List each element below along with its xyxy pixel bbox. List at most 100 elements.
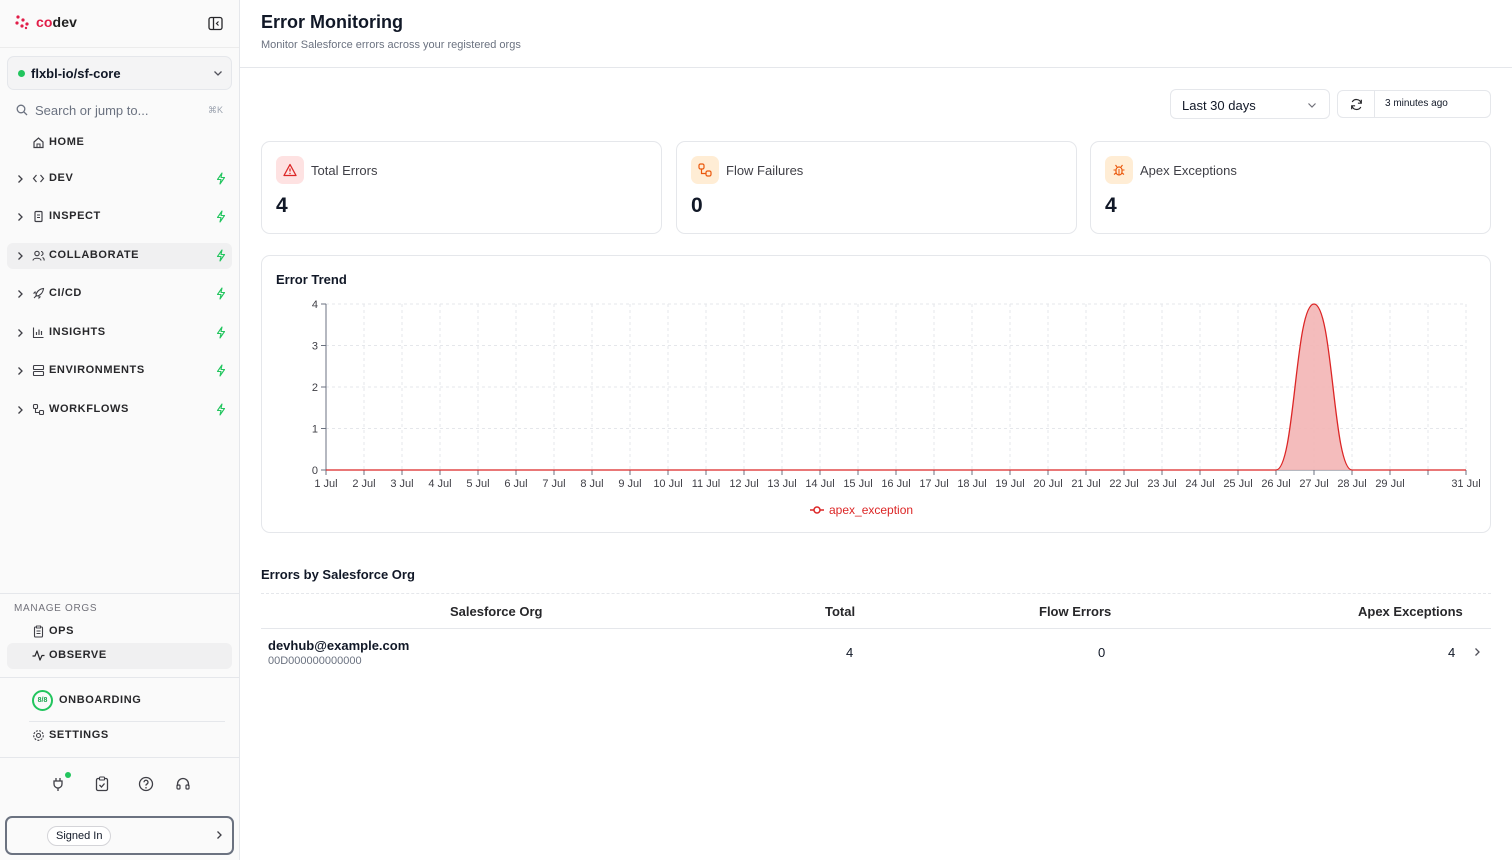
x-tick-label: 11 Jul [692, 478, 721, 490]
error-trend-chart: 0 1 2 3 4 1 Jul 2 Jul 3 Jul 4 Jul 5 Jul 6 Jul 7 Jul… [312, 299, 1481, 517]
x-tick-label: 27 Jul [1299, 478, 1328, 490]
connection-status-dot [65, 772, 71, 778]
sidebar-item-label: SETTINGS [49, 729, 109, 741]
x-tick-label: 5 Jul [466, 478, 489, 490]
page-title: Error Monitoring [261, 12, 403, 32]
clipboard-list-icon [33, 625, 44, 638]
divider [0, 677, 239, 678]
column-header-apex-exceptions[interactable]: Apex Exceptions [1358, 604, 1463, 619]
clipboard-check-icon[interactable] [94, 776, 110, 792]
logo[interactable]: codev [14, 14, 77, 30]
x-tick-label: 20 Jul [1033, 478, 1062, 490]
x-tick-label: 18 Jul [957, 478, 986, 490]
headset-icon[interactable] [175, 776, 191, 792]
x-tick-label: 26 Jul [1261, 478, 1290, 490]
bolt-icon [216, 287, 226, 300]
x-tick-label: 4 Jul [428, 478, 451, 490]
x-tick-label: 1 Jul [314, 478, 337, 490]
x-tick-label: 23 Jul [1147, 478, 1176, 490]
sidebar-item-label: HOME [49, 136, 85, 148]
table-title: Errors by Salesforce Org [261, 567, 415, 582]
x-tick-label: 22 Jul [1109, 478, 1138, 490]
bolt-icon [216, 210, 226, 223]
chevron-right-icon [18, 406, 23, 414]
refresh-control: 3 minutes ago [1337, 90, 1491, 118]
sidebar-item-cicd[interactable]: CI/CD [7, 281, 232, 307]
y-tick-label: 3 [312, 341, 318, 353]
sidebar-item-label: INSPECT [49, 210, 101, 222]
divider [0, 593, 239, 594]
bolt-icon [216, 172, 226, 185]
y-tick-label: 1 [312, 424, 318, 436]
page-subtitle: Monitor Salesforce errors across your re… [261, 39, 521, 51]
x-tick-label: 12 Jul [729, 478, 758, 490]
divider [240, 67, 1512, 68]
help-icon[interactable] [138, 776, 154, 792]
sidebar-item-environments[interactable]: ENVIRONMENTS [7, 358, 232, 384]
sidebar-item-collaborate[interactable]: COLLABORATE [7, 243, 232, 269]
error-trend-card: Error Trend 012341 Jul 2 Jul 3 Jul 4 Jul 5 J… [261, 255, 1491, 533]
column-header-total[interactable]: Total [825, 604, 855, 619]
workflow-icon [32, 403, 45, 416]
bug-icon [1105, 156, 1133, 184]
x-tick-label: 3 Jul [390, 478, 413, 490]
sidebar-item-inspect[interactable]: INSPECT [7, 204, 232, 230]
stat-label: Flow Failures [726, 163, 804, 178]
sidebar-item-label: WORKFLOWS [49, 403, 129, 415]
sidebar-item-insights[interactable]: INSIGHTS [7, 320, 232, 346]
project-status-dot [18, 70, 25, 77]
search-shortcut: ⌘K [208, 105, 224, 115]
plug-icon[interactable] [50, 776, 66, 792]
server-icon [32, 364, 45, 377]
code-icon [32, 174, 45, 183]
y-tick-label: 4 [312, 299, 318, 311]
bolt-icon [216, 326, 226, 339]
chevron-down-icon [214, 71, 222, 76]
logo-row: codev [0, 0, 239, 48]
sidebar-item-dev[interactable]: DEV [7, 166, 232, 192]
sidebar-item-observe[interactable]: OBSERVE [7, 643, 232, 669]
sidebar-item-workflows[interactable]: WORKFLOWS [7, 397, 232, 423]
search-placeholder: Search or jump to... [35, 103, 149, 118]
x-tick-label: 24 Jul [1185, 478, 1214, 490]
stat-value: 0 [691, 194, 703, 217]
y-tick-label: 0 [312, 465, 318, 477]
bolt-icon [216, 249, 226, 262]
search-input[interactable]: Search or jump to... ⌘K [7, 98, 232, 122]
chevron-right-icon [18, 290, 23, 298]
x-tick-label: 28 Jul [1337, 478, 1366, 490]
x-tick-label: 2 Jul [352, 478, 375, 490]
divider [0, 757, 239, 758]
x-tick-label: 19 Jul [995, 478, 1024, 490]
activity-icon [32, 650, 45, 661]
x-tick-label: 9 Jul [618, 478, 641, 490]
y-tick-label: 2 [312, 382, 318, 394]
sidebar-item-home[interactable]: HOME [7, 130, 232, 156]
column-header-flow-errors[interactable]: Flow Errors [1039, 604, 1111, 619]
collapse-sidebar-icon[interactable] [208, 16, 223, 31]
sidebar-item-label: OBSERVE [49, 649, 107, 661]
sidebar-item-settings[interactable]: SETTINGS [7, 723, 232, 749]
stat-value: 4 [276, 194, 288, 217]
chevron-right-icon [18, 367, 23, 375]
sidebar-item-ops[interactable]: OPS [7, 619, 232, 645]
x-tick-label: 31 Jul [1451, 478, 1480, 490]
x-tick-label: 7 Jul [542, 478, 565, 490]
users-icon [32, 250, 45, 261]
clipboard-icon [34, 210, 43, 223]
divider [1374, 91, 1375, 117]
refresh-icon[interactable] [1350, 98, 1363, 111]
column-header-org[interactable]: Salesforce Org [450, 604, 543, 619]
logo-icon [15, 15, 29, 30]
account-menu-button[interactable]: Signed In [5, 816, 234, 855]
home-icon [33, 137, 44, 149]
project-select[interactable]: flxbl-io/sf-core [7, 56, 232, 90]
bolt-icon [216, 364, 226, 377]
date-range-select[interactable]: Last 30 days [1170, 89, 1330, 119]
onboarding-link[interactable]: ONBOARDING [59, 694, 141, 706]
stat-card-apex-exceptions: Apex Exceptions 4 [1090, 141, 1491, 234]
cell-flow-errors: 0 [1098, 645, 1106, 660]
sidebar-item-label: DEV [49, 172, 74, 184]
chevron-right-icon[interactable] [1472, 647, 1482, 657]
x-tick-label: 17 Jul [919, 478, 948, 490]
